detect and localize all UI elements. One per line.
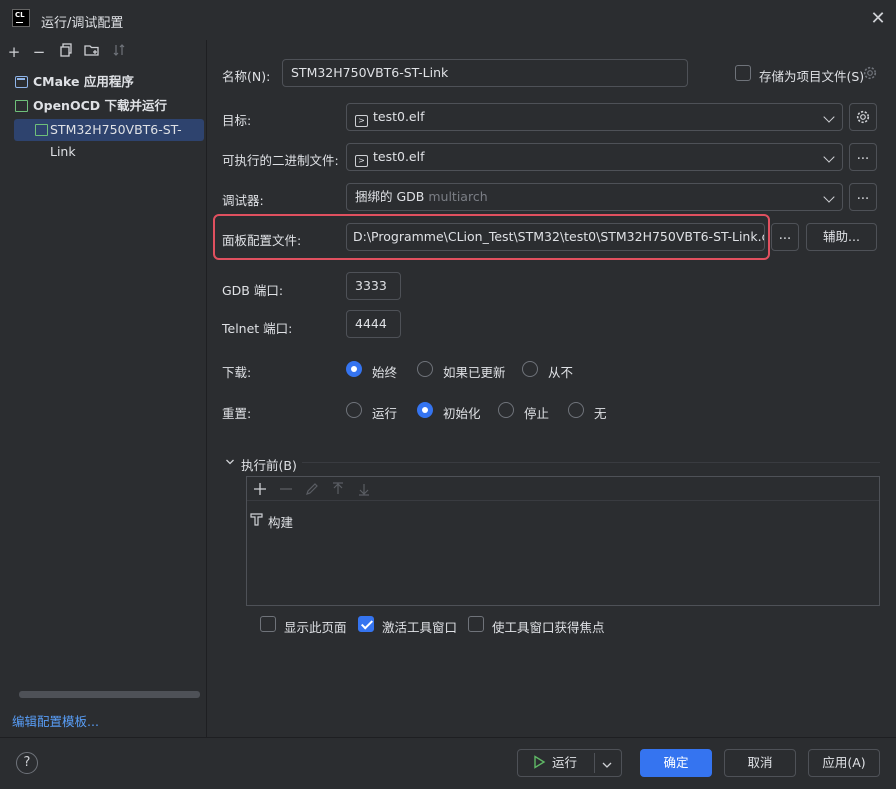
folder-icon[interactable]	[83, 43, 101, 61]
reset-none-radio[interactable]	[568, 402, 584, 418]
debugger-label: 调试器:	[222, 193, 264, 208]
board-config-browse-button[interactable]: ...	[771, 223, 799, 251]
target-label: 目标:	[222, 113, 252, 128]
download-label: 下载:	[222, 365, 252, 380]
activate-tool-window-checkbox[interactable]	[358, 616, 374, 632]
reset-none-label: 无	[594, 406, 607, 421]
cmake-app-icon	[15, 76, 28, 88]
reset-halt-radio[interactable]	[498, 402, 514, 418]
move-up-icon[interactable]	[330, 481, 346, 497]
remove-icon[interactable]: −	[30, 43, 48, 61]
tree-item-cmake-app[interactable]: CMake 应用程序	[0, 71, 207, 93]
before-launch-header[interactable]: 执行前(B)	[241, 455, 297, 474]
download-always-radio[interactable]	[346, 361, 362, 377]
executable-label: 可执行的二进制文件:	[222, 153, 339, 168]
title-bar	[0, 0, 896, 40]
copy-icon[interactable]	[57, 43, 75, 61]
telnet-port-label: Telnet 端口:	[222, 321, 293, 336]
clion-app-icon: CL	[12, 9, 30, 27]
download-always-label: 始终	[372, 365, 398, 380]
play-icon	[534, 755, 546, 769]
gear-icon[interactable]	[862, 65, 878, 81]
sort-icon[interactable]	[110, 43, 128, 61]
chevron-down-icon[interactable]	[225, 455, 235, 465]
cancel-button[interactable]: 取消	[724, 749, 796, 777]
edit-task-icon[interactable]	[304, 481, 320, 497]
download-if-updated-radio[interactable]	[417, 361, 433, 377]
gear-icon	[856, 110, 870, 124]
download-never-radio[interactable]	[522, 361, 538, 377]
task-item-build[interactable]: 构建	[268, 512, 293, 531]
reset-label: 重置:	[222, 406, 252, 421]
remove-task-icon[interactable]	[278, 481, 294, 497]
gdb-port-input[interactable]: 3333	[346, 272, 401, 300]
reset-halt-label: 停止	[524, 406, 550, 421]
build-hammer-icon	[250, 512, 264, 526]
horizontal-scrollbar[interactable]	[19, 691, 200, 698]
move-down-icon[interactable]	[356, 481, 372, 497]
ok-button[interactable]: 确定	[640, 749, 712, 777]
reset-run-radio[interactable]	[346, 402, 362, 418]
help-button[interactable]: ?	[16, 752, 38, 774]
chevron-down-icon	[823, 151, 835, 163]
download-if-updated-label: 如果已更新	[443, 365, 506, 380]
activate-tool-window-label: 激活工具窗口	[382, 620, 458, 635]
chevron-down-icon	[823, 111, 835, 123]
apply-button[interactable]: 应用(A)	[808, 749, 880, 777]
reset-init-radio[interactable]	[417, 402, 433, 418]
edit-templates-link[interactable]: 编辑配置模板...	[12, 711, 99, 730]
chevron-down-icon	[823, 191, 835, 203]
reset-run-label: 运行	[372, 406, 398, 421]
show-page-checkbox[interactable]	[260, 616, 276, 632]
section-divider	[302, 462, 880, 463]
name-input[interactable]: STM32H750VBT6-ST-Link	[282, 59, 688, 87]
terminal-icon: >	[355, 155, 368, 167]
debugger-select[interactable]: 捆绑的 GDB multiarch	[346, 183, 843, 211]
chevron-down-icon[interactable]	[601, 758, 613, 768]
add-task-icon[interactable]	[252, 481, 268, 497]
store-as-project-label: 存储为项目文件(S)	[759, 69, 865, 84]
chip-icon	[35, 124, 48, 136]
tree-item-openocd[interactable]: OpenOCD 下载并运行	[0, 95, 207, 117]
show-page-label: 显示此页面	[284, 620, 347, 635]
target-settings-button[interactable]	[849, 103, 877, 131]
reset-init-label: 初始化	[443, 406, 481, 421]
debugger-browse-button[interactable]: ...	[849, 183, 877, 211]
focus-tool-window-checkbox[interactable]	[468, 616, 484, 632]
close-icon[interactable]: ✕	[869, 10, 887, 28]
tree-item-stm32-config[interactable]: STM32H750VBT6-ST-Link	[0, 119, 207, 159]
download-never-label: 从不	[548, 365, 574, 380]
focus-tool-window-label: 使工具窗口获得焦点	[492, 620, 605, 635]
target-select[interactable]: > test0.elf	[346, 103, 843, 131]
board-config-input[interactable]: D:\Programme\CLion_Test\STM32\test0\STM3…	[346, 223, 765, 251]
add-icon[interactable]: +	[5, 43, 23, 61]
telnet-port-input[interactable]: 4444	[346, 310, 401, 338]
window-title: 运行/调试配置	[41, 16, 124, 31]
store-as-project-checkbox[interactable]	[735, 65, 751, 81]
executable-select[interactable]: > test0.elf	[346, 143, 843, 171]
terminal-icon: >	[355, 115, 368, 127]
board-config-label: 面板配置文件:	[222, 233, 302, 248]
chip-icon	[15, 100, 28, 112]
gdb-port-label: GDB 端口:	[222, 283, 284, 298]
run-split-divider	[594, 753, 595, 773]
name-label: 名称(N):	[222, 69, 271, 84]
executable-browse-button[interactable]: ...	[849, 143, 877, 171]
assist-button[interactable]: 辅助...	[806, 223, 877, 251]
